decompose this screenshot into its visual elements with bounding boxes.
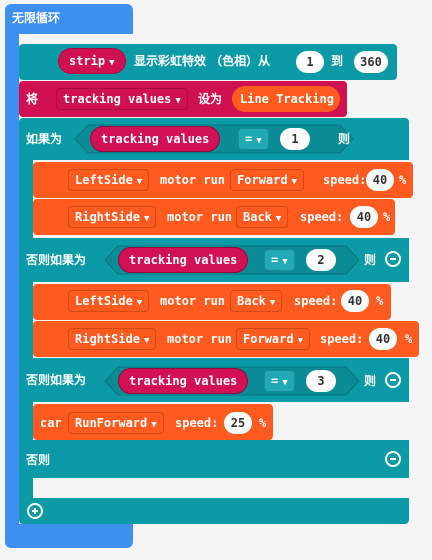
chevron-down-icon: ▼ — [297, 336, 303, 346]
motor-run-label: motor run — [167, 332, 233, 346]
forever-loop-bottom — [5, 524, 133, 548]
motor-side-dropdown-1[interactable]: LeftSide ▼ — [68, 169, 150, 191]
motor-direction-dropdown-2[interactable]: Back ▼ — [236, 206, 289, 228]
motor-speed-input-1[interactable]: 40 — [366, 169, 394, 191]
then-label-3: 则 — [364, 374, 377, 388]
set-to-label: 设为 — [198, 92, 223, 106]
chevron-down-icon: ▼ — [151, 420, 157, 430]
car-percent-label: % — [259, 416, 267, 430]
motor-run-label: motor run — [160, 173, 226, 187]
chevron-down-icon: ▼ — [282, 378, 288, 388]
motor-direction-label: Back — [243, 210, 272, 224]
motor-speed-input-3[interactable]: 40 — [341, 290, 369, 312]
chevron-down-icon: ▼ — [256, 136, 262, 146]
set-variable-label: tracking values — [63, 92, 172, 106]
motor-run-label: motor run — [160, 294, 226, 308]
chevron-down-icon: ▼ — [109, 58, 115, 68]
speed-label: speed: — [323, 173, 367, 187]
compare-value-3[interactable]: 3 — [306, 370, 336, 392]
percent-label: % — [405, 332, 413, 346]
motor-side-dropdown-3[interactable]: LeftSide ▼ — [68, 290, 150, 312]
if-block-arm2 — [19, 280, 33, 360]
chevron-down-icon: ▼ — [291, 177, 297, 187]
motor-speed-input-4[interactable]: 40 — [369, 328, 397, 350]
car-action-label: RunForward — [75, 416, 148, 430]
chevron-down-icon: ▼ — [269, 298, 276, 308]
else-block-row[interactable] — [19, 440, 409, 478]
percent-label: % — [376, 294, 384, 308]
set-value-label: Line Tracking — [240, 92, 334, 106]
motor-side-label: RightSide — [75, 332, 141, 346]
strip-rainbow-text: 显示彩虹特效 （色相）从 — [134, 54, 271, 68]
operator-dropdown-3[interactable]: = ▼ — [264, 370, 295, 392]
compare-value-2[interactable]: 2 — [306, 249, 336, 271]
chevron-down-icon: ▼ — [144, 214, 150, 224]
car-speed-label: speed: — [175, 416, 219, 430]
to-label: 到 — [331, 54, 344, 68]
hue-from-input[interactable]: 1 — [296, 51, 324, 73]
operator-label: = — [245, 132, 253, 146]
motor-direction-label: Back — [237, 294, 266, 308]
remove-elseif-icon-2[interactable] — [385, 372, 401, 388]
elseif-label-2: 否则如果为 — [26, 373, 87, 387]
hue-to-input[interactable]: 360 — [354, 51, 388, 73]
car-label: car — [40, 416, 62, 430]
operator-label: = — [271, 374, 279, 388]
speed-label: speed: — [294, 294, 338, 308]
operator-dropdown-2[interactable]: = ▼ — [264, 249, 295, 271]
motor-direction-label: Forward — [243, 332, 294, 346]
add-branch-icon[interactable] — [27, 503, 43, 519]
chevron-down-icon: ▼ — [136, 298, 143, 308]
motor-direction-dropdown-3[interactable]: Back ▼ — [230, 290, 283, 312]
set-variable-dropdown[interactable]: tracking values ▼ — [56, 88, 188, 110]
set-prefix-label: 将 — [26, 92, 39, 106]
car-speed-input[interactable]: 25 — [224, 412, 252, 434]
then-label-2: 则 — [364, 253, 377, 267]
chevron-down-icon: ▼ — [144, 336, 150, 346]
if-block-arm4 — [19, 476, 33, 500]
motor-side-label: RightSide — [75, 210, 141, 224]
motor-side-label: LeftSide — [75, 173, 133, 187]
tracking-values-variable-2[interactable]: tracking values — [118, 247, 249, 273]
percent-label: % — [383, 210, 391, 224]
chevron-down-icon: ▼ — [275, 214, 282, 224]
compare-value-1[interactable]: 1 — [280, 128, 310, 150]
tracking-values-variable-3[interactable]: tracking values — [118, 368, 249, 394]
motor-side-dropdown-2[interactable]: RightSide ▼ — [68, 206, 157, 228]
speed-label: speed: — [300, 210, 344, 224]
elseif-label-1: 否则如果为 — [26, 253, 87, 267]
motor-direction-label: Forward — [237, 173, 288, 187]
remove-else-icon[interactable] — [385, 451, 401, 467]
motor-direction-dropdown-4[interactable]: Forward ▼ — [236, 328, 310, 350]
motor-side-label: LeftSide — [75, 294, 133, 308]
tracking-values-variable-1[interactable]: tracking values — [90, 126, 221, 152]
strip-variable-label: strip — [69, 54, 106, 68]
strip-variable-dropdown[interactable]: strip ▼ — [58, 48, 126, 74]
forever-loop-arm — [5, 30, 19, 530]
forever-loop-label: 无限循环 — [12, 11, 61, 25]
operator-dropdown-1[interactable]: = ▼ — [238, 128, 269, 150]
remove-elseif-icon-1[interactable] — [385, 251, 401, 267]
operator-label: = — [271, 253, 279, 267]
motor-run-label: motor run — [167, 210, 233, 224]
chevron-down-icon: ▼ — [175, 96, 181, 106]
percent-label: % — [399, 173, 407, 187]
if-block-arm3 — [19, 400, 33, 442]
if-block-bottom[interactable] — [19, 498, 409, 524]
chevron-down-icon: ▼ — [282, 257, 288, 267]
else-label: 否则 — [26, 453, 51, 467]
motor-speed-input-2[interactable]: 40 — [350, 206, 378, 228]
motor-direction-dropdown-1[interactable]: Forward ▼ — [230, 169, 304, 191]
then-label-1: 则 — [338, 132, 351, 146]
if-label: 如果为 — [26, 132, 63, 146]
motor-side-dropdown-4[interactable]: RightSide ▼ — [68, 328, 157, 350]
chevron-down-icon: ▼ — [136, 177, 143, 187]
if-block-arm1 — [19, 158, 33, 238]
speed-label: speed: — [320, 332, 364, 346]
car-action-dropdown[interactable]: RunForward ▼ — [68, 412, 164, 434]
